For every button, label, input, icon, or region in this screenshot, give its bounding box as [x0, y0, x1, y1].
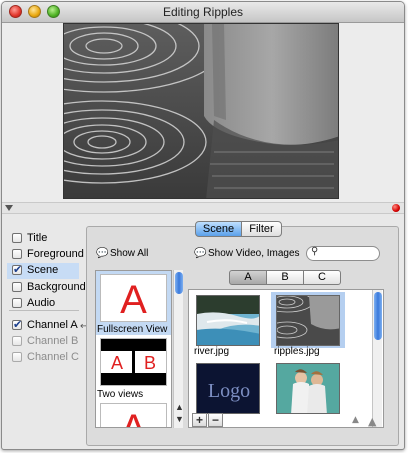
layer-item-foreground[interactable]: Foreground: [9, 247, 84, 263]
checkbox-scene[interactable]: [12, 263, 22, 276]
layer-label: Channel C: [27, 351, 79, 363]
speech-bubble-icon: 💬: [194, 248, 207, 259]
show-video-images-label: Show Video, Images: [208, 248, 300, 259]
title-bar[interactable]: Editing Ripples: [2, 2, 404, 23]
layer-item-title[interactable]: Title: [9, 231, 79, 247]
layer-item-channel-a[interactable]: Channel A: [9, 318, 79, 334]
disclosure-triangle-icon[interactable]: [5, 205, 13, 211]
media-grid-scrollbar[interactable]: [372, 290, 382, 427]
scroll-down-icon[interactable]: ▼: [175, 414, 184, 424]
ripples-thumbnail: [276, 295, 340, 346]
logo-text: Logo: [208, 380, 250, 402]
scene-thumb-letter-right: B: [144, 353, 156, 373]
add-button[interactable]: +: [192, 413, 207, 427]
layer-item-background[interactable]: Background: [9, 280, 86, 296]
record-indicator-icon: [392, 204, 400, 212]
checkbox-audio[interactable]: [12, 298, 22, 308]
scene-thumb-letter: A: [120, 407, 147, 428]
scene-list-scrollbar[interactable]: ▲ ▼: [173, 270, 184, 428]
layer-item-channel-c[interactable]: Channel C: [9, 350, 79, 366]
small-thumbnails-icon[interactable]: ▲: [352, 415, 359, 425]
scene-thumb-letter: A: [120, 278, 147, 321]
media-item-people[interactable]: [271, 360, 345, 416]
layer-label: Scene: [27, 264, 59, 276]
scene-caption: Fullscreen View: [97, 324, 168, 335]
split-view-divider[interactable]: [2, 202, 404, 214]
checkbox-channel-a[interactable]: [12, 318, 22, 331]
media-item-ripples[interactable]: ripples.jpg: [271, 292, 345, 357]
logo-thumbnail: Logo: [196, 363, 260, 414]
scene-list[interactable]: A Fullscreen View A B Two views A: [95, 270, 172, 428]
layer-list: Title Foreground Scene Background Audio …: [2, 216, 88, 449]
checkbox-background[interactable]: [12, 282, 22, 292]
media-caption: ripples.jpg: [274, 346, 320, 357]
layer-label: Channel B: [27, 335, 79, 347]
layer-item-scene[interactable]: Scene: [7, 263, 79, 279]
search-field[interactable]: ⚲: [306, 246, 380, 261]
large-thumbnails-icon[interactable]: ▲: [368, 415, 376, 428]
scene-caption: Two views: [97, 389, 144, 400]
layer-label: Audio: [27, 297, 56, 309]
media-item-logo[interactable]: Logo: [191, 360, 265, 416]
channel-a-button[interactable]: A: [229, 270, 267, 285]
window-title: Editing Ripples: [162, 5, 244, 19]
scene-thumb-fullscreen[interactable]: A: [100, 274, 167, 322]
divider: [9, 310, 79, 311]
show-all-label: Show All: [110, 248, 149, 259]
preview-area: [2, 23, 404, 203]
layer-label: Foreground: [27, 248, 84, 260]
checkbox-channel-b[interactable]: [12, 336, 22, 346]
tab-filter[interactable]: Filter: [241, 221, 282, 237]
scroll-up-icon[interactable]: ▲: [175, 402, 184, 412]
show-video-images-link[interactable]: 💬 Show Video, Images: [194, 248, 300, 259]
scene-thumb-partial[interactable]: A: [100, 403, 167, 428]
scene-thumb-two-views[interactable]: A B: [100, 338, 167, 386]
checkbox-foreground[interactable]: [12, 249, 22, 259]
scrollbar-thumb[interactable]: [374, 292, 382, 340]
tab-scene[interactable]: Scene: [195, 221, 242, 237]
preview-image: [63, 23, 339, 199]
search-icon: ⚲: [311, 246, 319, 257]
channel-b-button[interactable]: B: [266, 270, 304, 285]
people-thumbnail: [276, 363, 340, 414]
speech-bubble-icon: 💬: [96, 248, 109, 259]
river-thumbnail: [196, 295, 260, 346]
scene-thumb-letter-left: A: [111, 353, 123, 373]
checkbox-title[interactable]: [12, 233, 22, 243]
media-caption: river.jpg: [194, 346, 230, 357]
checkbox-channel-c[interactable]: [12, 352, 22, 362]
layer-item-channel-b[interactable]: Channel B: [9, 334, 79, 350]
remove-button[interactable]: −: [208, 413, 223, 427]
scrollbar-thumb[interactable]: [175, 272, 183, 294]
media-grid[interactable]: river.jpg ripples.jpg Logo: [188, 289, 384, 428]
show-all-link[interactable]: 💬 Show All: [96, 248, 148, 259]
media-item-river[interactable]: river.jpg: [191, 292, 265, 357]
channel-c-button[interactable]: C: [303, 270, 341, 285]
app-window: Editing Ripples Title Foreground ✔ Scene…: [1, 1, 405, 450]
layer-label: Title: [27, 232, 48, 244]
layer-label: Background: [27, 281, 86, 293]
layer-label: Channel A: [27, 319, 78, 331]
